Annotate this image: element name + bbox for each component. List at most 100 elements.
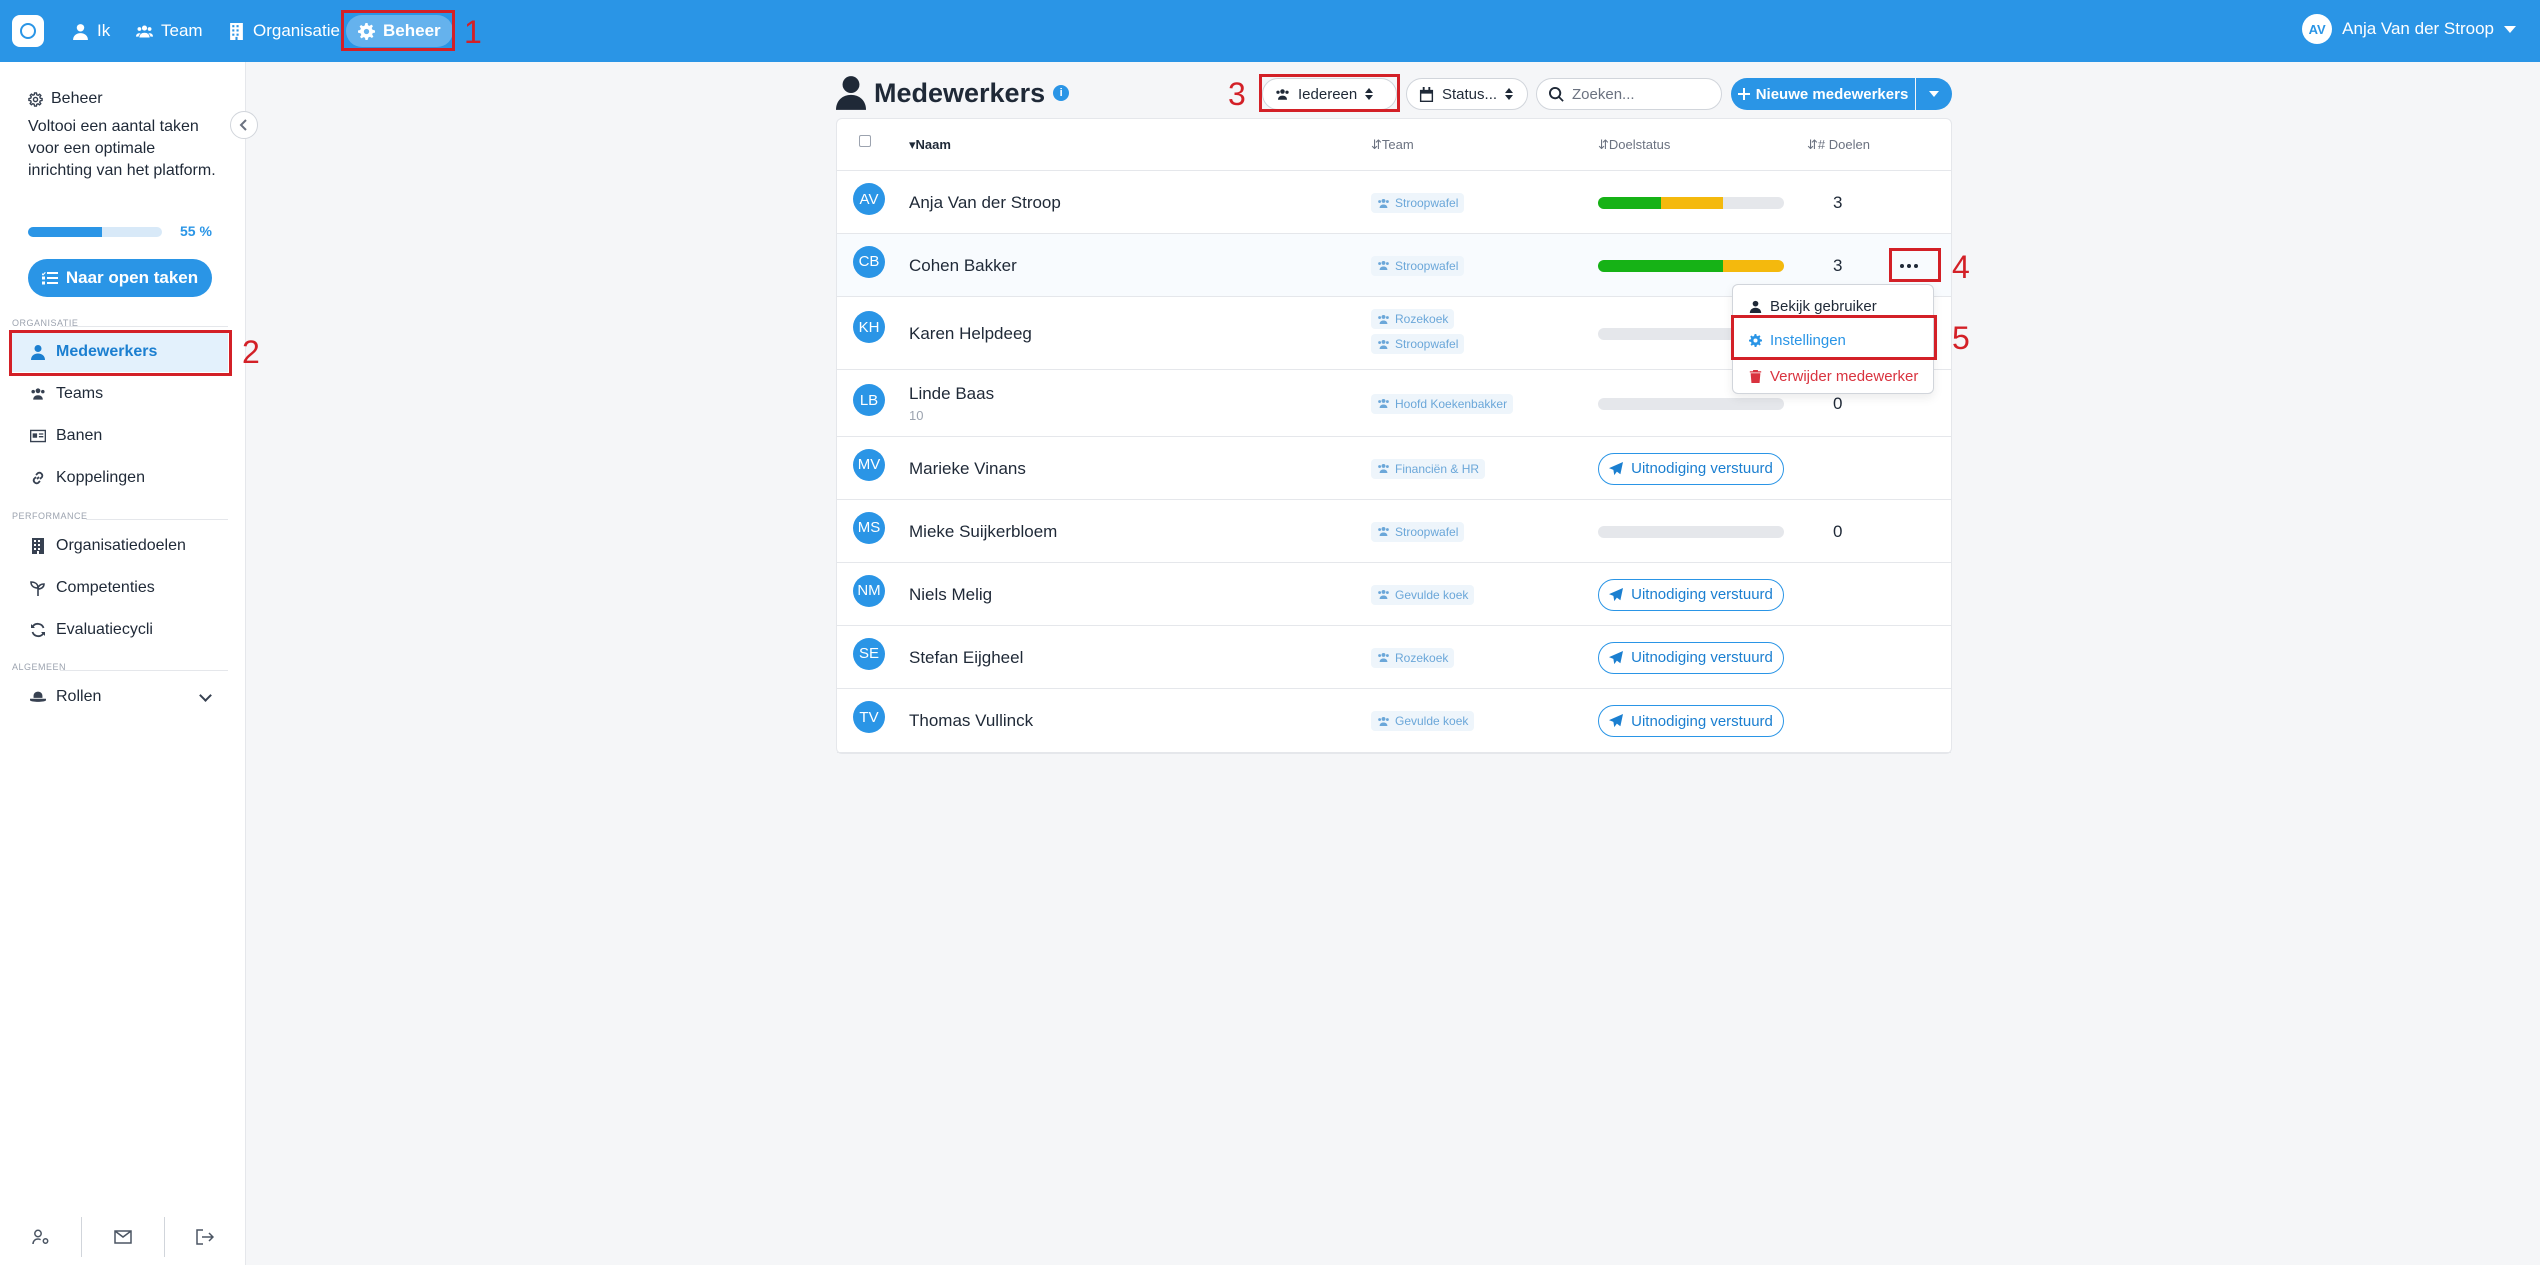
employee-name[interactable]: Karen Helpdeeg (909, 324, 1032, 344)
users-icon (1378, 652, 1389, 663)
employee-name[interactable]: Marieke Vinans (909, 459, 1026, 479)
table-row[interactable]: MS Mieke Suijkerbloem Stroopwafel 0 (837, 500, 1951, 563)
avatar[interactable]: KH (853, 311, 885, 343)
goal-status-bar (1598, 259, 1784, 272)
goal-count: 3 (1833, 255, 1843, 275)
sidebar-item-label: Koppelingen (56, 469, 145, 486)
search-field[interactable] (1536, 78, 1722, 110)
status-filter-select[interactable]: Status... (1406, 78, 1528, 110)
section-divider (86, 519, 228, 520)
users-icon (136, 25, 153, 37)
sidebar-title: Beheer (28, 90, 103, 108)
caret-down-icon (2504, 25, 2516, 33)
select-all-checkbox[interactable] (859, 135, 871, 147)
goal-status-bar (1598, 197, 1784, 209)
team-badge: Rozekoek (1371, 647, 1455, 668)
table-row[interactable]: NM Niels Melig Gevulde koek Uitnodiging ver… (837, 563, 1951, 626)
avatar[interactable]: NM (853, 574, 885, 607)
sidebar-item-evaluatiecycli[interactable]: Evaluatiecycli (12, 610, 228, 650)
nav-team[interactable]: Team (136, 15, 203, 47)
employee-name[interactable]: Anja Van der Stroop (909, 193, 1061, 213)
users-icon (1378, 526, 1389, 537)
task-list-icon (41, 272, 58, 285)
avatar[interactable]: SE (853, 637, 885, 670)
employee-name[interactable]: Thomas Vullinck (909, 711, 1033, 731)
plus-icon (1737, 88, 1750, 100)
person-icon (1749, 300, 1762, 313)
envelope-icon (114, 1230, 132, 1244)
employee-name[interactable]: Niels Melig (909, 585, 992, 605)
sidebar-item-organisatiedoelen[interactable]: Organisatiedoelen (12, 526, 228, 566)
user-menu[interactable]: AV Anja Van der Stroop (2302, 14, 2516, 44)
avatar[interactable]: MS (853, 511, 885, 544)
trash-icon (1749, 369, 1762, 383)
sidebar-item-koppelingen[interactable]: Koppelingen (12, 458, 228, 498)
annotation-box-4 (1889, 248, 1941, 282)
nav-organisatie[interactable]: Organisatie (228, 15, 340, 47)
user-avatar: AV (2302, 14, 2333, 44)
column-header-doelstatus[interactable]: ⇵Doelstatus (1598, 137, 1670, 153)
info-icon[interactable]: i (1053, 85, 1070, 101)
app-logo[interactable] (12, 15, 44, 47)
employee-name[interactable]: Stefan Eijgheel (909, 648, 1023, 668)
avatar[interactable]: CB (853, 245, 885, 278)
column-header-naam[interactable]: ▾Naam (909, 137, 951, 153)
setup-progress-bar (28, 227, 162, 237)
users-icon (1378, 589, 1389, 600)
messages-button[interactable] (82, 1217, 165, 1257)
sidebar-item-label: Competenties (56, 579, 155, 596)
table-header: ▾Naam ⇵Team ⇵Doelstatus ⇵# Doelen (837, 119, 1951, 171)
team-badge: Hoofd Koekenbakker (1371, 393, 1514, 414)
sidebar-item-rollen[interactable]: Rollen (12, 677, 228, 717)
new-employees-label: Nieuwe medewerkers (1755, 85, 1909, 103)
person-icon (836, 76, 866, 110)
paper-plane-icon (1609, 461, 1624, 475)
avatar[interactable]: TV (853, 701, 885, 733)
users-icon (1378, 463, 1389, 474)
column-header-doelen[interactable]: ⇵# Doelen (1807, 137, 1870, 153)
invitation-sent-badge: Uitnodiging verstuurd (1598, 452, 1784, 485)
avatar[interactable]: MV (853, 448, 885, 481)
sidebar-title-label: Beheer (51, 90, 103, 107)
calendar-icon (1419, 86, 1434, 102)
avatar[interactable]: AV (853, 183, 885, 215)
new-employees-dropdown-toggle[interactable] (1916, 78, 1952, 110)
table-row[interactable]: TV Thomas Vullinck Gevulde koek Uitnodiging… (837, 689, 1951, 753)
employee-name[interactable]: Mieke Suijkerbloem (909, 522, 1057, 542)
profile-settings-button[interactable] (0, 1217, 83, 1257)
annotation-number-2: 2 (242, 334, 260, 370)
team-badge: Rozekoek (1371, 309, 1455, 329)
avatar[interactable]: LB (853, 384, 885, 416)
person-icon (73, 23, 88, 40)
link-icon (32, 471, 44, 485)
employee-name[interactable]: Linde Baas (909, 384, 994, 404)
employee-name[interactable]: Cohen Bakker (909, 256, 1017, 276)
sidebar-item-competenties[interactable]: Competenties (12, 568, 228, 608)
search-icon (1549, 86, 1564, 102)
sidebar: Beheer Voltooi een aantal taken voor een… (0, 62, 246, 1265)
menu-item-delete-employee[interactable]: Verwijder medewerker (1733, 359, 1933, 393)
goal-status-green-segment (1598, 259, 1723, 272)
nav-ik[interactable]: Ik (72, 15, 110, 47)
search-input[interactable] (1572, 85, 1712, 103)
team-badge: Gevulde koek (1371, 711, 1475, 731)
column-header-team[interactable]: ⇵Team (1371, 137, 1414, 153)
sidebar-item-teams[interactable]: Teams (12, 374, 228, 414)
table-row[interactable]: SE Stefan Eijgheel Rozekoek Uitnodiging ver… (837, 626, 1951, 689)
table-row[interactable]: AV Anja Van der Stroop Stroopwafel 3 (837, 172, 1951, 234)
new-employees-button[interactable]: Nieuwe medewerkers (1731, 78, 1915, 110)
logout-button[interactable] (165, 1217, 246, 1257)
nav-team-label: Team (161, 21, 203, 40)
annotation-number-1: 1 (464, 14, 482, 50)
collapse-sidebar-button[interactable] (230, 111, 258, 139)
nav-ik-label: Ik (97, 21, 111, 40)
goal-status-green-segment (1598, 197, 1662, 209)
setup-progress-fill (28, 227, 102, 237)
table-row[interactable]: MV Marieke Vinans Financiën & HR Uitnodigin… (837, 437, 1951, 500)
goal-status-yellow-segment (1661, 197, 1723, 209)
sidebar-item-banen[interactable]: Banen (12, 416, 228, 456)
open-tasks-button[interactable]: Naar open taken (28, 259, 212, 297)
users-icon (1378, 260, 1389, 271)
employees-table: ▾Naam ⇵Team ⇵Doelstatus ⇵# Doelen AV Anja… (836, 118, 1952, 754)
id-card-icon (30, 429, 46, 443)
